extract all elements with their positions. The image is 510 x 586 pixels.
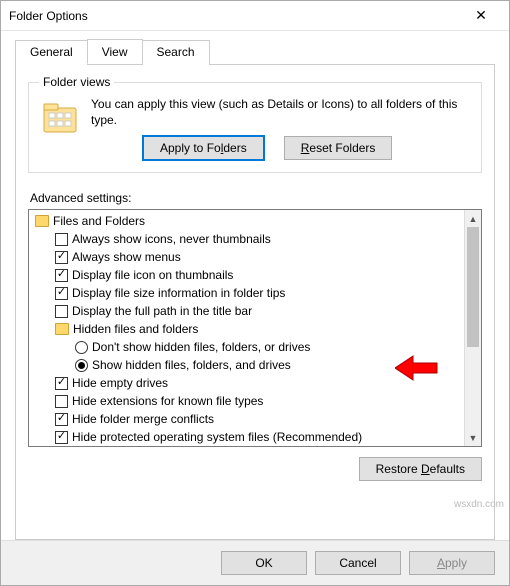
checkbox-icon[interactable]: ✓ [55, 413, 68, 426]
tab-view[interactable]: View [87, 39, 143, 64]
folder-views-desc: You can apply this view (such as Details… [91, 97, 471, 128]
tree-scrollbar[interactable]: ▲ ▼ [464, 210, 481, 446]
option-label: Hidden files and folders [73, 322, 198, 336]
tree-list[interactable]: Files and Folders Always show icons, nev… [29, 210, 464, 446]
scroll-thumb[interactable] [467, 227, 479, 347]
checkbox-icon[interactable] [55, 233, 68, 246]
ok-button[interactable]: OK [221, 551, 307, 575]
watermark-text: wsxdn.com [454, 499, 504, 510]
option-label: Display file icon on thumbnails [72, 268, 233, 282]
tab-strip: General View Search [15, 39, 495, 64]
option-label: Hide extensions for known file types [72, 394, 263, 408]
checkbox-icon[interactable]: ✓ [55, 431, 68, 444]
group-hidden-files: Hidden files and folders [29, 320, 464, 338]
option-label: Don't show hidden files, folders, or dri… [92, 340, 310, 354]
restore-defaults-button[interactable]: Restore Defaults [359, 457, 482, 481]
folder-icon [55, 323, 69, 335]
tab-search[interactable]: Search [142, 40, 210, 65]
folder-options-window: Folder Options ✕ General View Search Fol… [0, 0, 510, 586]
tree-root: Files and Folders [29, 212, 464, 230]
cancel-button[interactable]: Cancel [315, 551, 401, 575]
apply-to-folders-button[interactable]: Apply to Folders [143, 136, 264, 160]
advanced-settings-tree: Files and Folders Always show icons, nev… [28, 209, 482, 447]
folder-views-legend: Folder views [39, 75, 114, 89]
checkbox-icon[interactable]: ✓ [55, 377, 68, 390]
scroll-up-icon[interactable]: ▲ [465, 210, 481, 227]
advanced-settings-label: Advanced settings: [30, 191, 482, 205]
folder-icon [35, 215, 49, 227]
reset-folders-button[interactable]: Reset Folders [284, 136, 393, 160]
scroll-track[interactable] [465, 227, 481, 429]
checkbox-icon[interactable]: ✓ [55, 287, 68, 300]
option-label: Always show menus [72, 250, 181, 264]
option-label: Hide protected operating system files (R… [72, 430, 362, 444]
radio-icon[interactable] [75, 341, 88, 354]
window-title: Folder Options [9, 9, 461, 23]
option-file-size-tips[interactable]: ✓ Display file size information in folde… [29, 284, 464, 302]
checkbox-icon[interactable]: ✓ [55, 269, 68, 282]
option-hide-merge-conflicts[interactable]: ✓ Hide folder merge conflicts [29, 410, 464, 428]
option-always-icons[interactable]: Always show icons, never thumbnails [29, 230, 464, 248]
checkbox-icon[interactable]: ✓ [55, 251, 68, 264]
option-label: Hide folder merge conflicts [72, 412, 214, 426]
tab-panel-view: Folder views [15, 64, 495, 540]
option-file-icon-thumb[interactable]: ✓ Display file icon on thumbnails [29, 266, 464, 284]
radio-icon[interactable] [75, 359, 88, 372]
titlebar: Folder Options ✕ [1, 1, 509, 31]
option-label: Display the full path in the title bar [72, 304, 252, 318]
checkbox-icon[interactable] [55, 305, 68, 318]
option-label: Hide empty drives [72, 376, 168, 390]
option-hide-empty-drives[interactable]: ✓ Hide empty drives [29, 374, 464, 392]
option-hide-extensions[interactable]: Hide extensions for known file types [29, 392, 464, 410]
scroll-down-icon[interactable]: ▼ [465, 429, 481, 446]
option-label: Always show icons, never thumbnails [72, 232, 271, 246]
content-area: General View Search Folder views [1, 31, 509, 540]
dialog-footer: OK Cancel Apply [1, 540, 509, 585]
tree-root-label: Files and Folders [53, 214, 145, 228]
apply-button: Apply [409, 551, 495, 575]
checkbox-icon[interactable] [55, 395, 68, 408]
option-always-menus[interactable]: ✓ Always show menus [29, 248, 464, 266]
option-show-hidden[interactable]: Show hidden files, folders, and drives [29, 356, 464, 374]
option-label: Display file size information in folder … [72, 286, 285, 300]
option-hide-protected-os[interactable]: ✓ Hide protected operating system files … [29, 428, 464, 446]
folder-views-group: Folder views [28, 75, 482, 173]
folder-views-icon [39, 97, 81, 139]
close-icon[interactable]: ✕ [461, 7, 501, 24]
tab-general[interactable]: General [15, 40, 88, 65]
option-full-path-title[interactable]: Display the full path in the title bar [29, 302, 464, 320]
option-label: Show hidden files, folders, and drives [92, 358, 291, 372]
option-dont-show-hidden[interactable]: Don't show hidden files, folders, or dri… [29, 338, 464, 356]
